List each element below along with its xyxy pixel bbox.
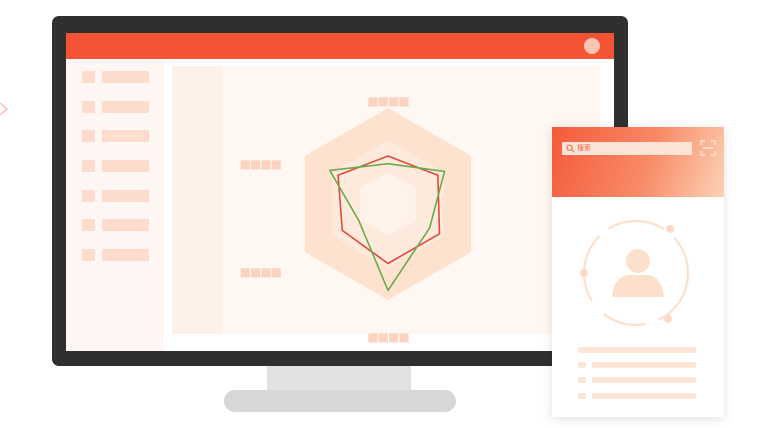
monitor-stand-neck xyxy=(267,366,411,392)
monitor-screen: ■■■■ ■■■■ ■■■■ ■■■■ xyxy=(66,33,614,351)
info-bullet xyxy=(578,377,586,383)
info-line xyxy=(592,393,696,399)
search-input[interactable]: 搜索 xyxy=(562,142,692,155)
radar-grid xyxy=(304,108,472,300)
radar-label-upper-left: ■■■■ xyxy=(240,157,282,171)
phone: 搜索 xyxy=(552,127,724,417)
info-line xyxy=(578,347,696,353)
search-placeholder: 搜索 xyxy=(577,144,591,152)
monitor: ■■■■ ■■■■ ■■■■ ■■■■ xyxy=(52,16,628,366)
monitor-stand-base xyxy=(224,390,456,412)
illustration: ■■■■ ■■■■ ■■■■ ■■■■ 搜索 xyxy=(0,0,764,428)
phone-header: 搜索 xyxy=(552,127,724,197)
radar-chart: ■■■■ ■■■■ ■■■■ ■■■■ xyxy=(240,94,472,344)
user-avatar-icon xyxy=(580,219,690,327)
info-line xyxy=(592,362,696,368)
radar-label-bottom: ■■■■ xyxy=(367,330,409,344)
chevron-right-icon xyxy=(0,102,9,116)
radar-label-lower-left: ■■■■ xyxy=(240,265,282,279)
info-bullet xyxy=(578,362,586,368)
scan-icon[interactable] xyxy=(700,140,716,156)
info-line xyxy=(592,377,696,383)
radar-label-top: ■■■■ xyxy=(367,94,409,108)
info-bullet xyxy=(578,393,586,399)
search-icon xyxy=(566,144,575,153)
